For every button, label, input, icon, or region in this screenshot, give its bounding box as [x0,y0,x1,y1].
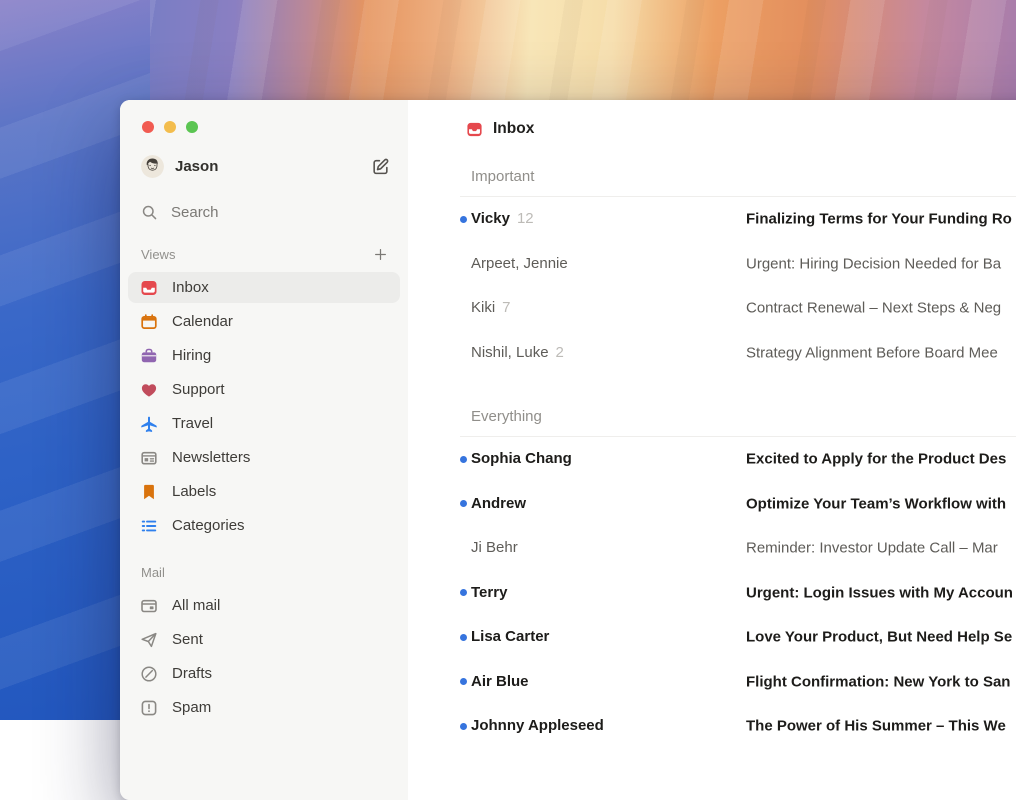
sidebar-section: Mail All mail Sent Drafts Spam [120,565,408,723]
sidebar-section-label: Views [141,247,373,262]
avatar [141,155,164,178]
email-thread-count: 12 [517,210,534,227]
email-row-ji-behr[interactable]: Ji Behr Reminder: Investor Update Call –… [408,526,1016,571]
email-sender: Nishil, Luke [471,344,549,361]
email-sender: Terry [471,584,507,601]
search-field[interactable]: Search [141,204,390,221]
search-icon [141,204,158,221]
sidebar-section-header-views: Views [141,247,388,262]
close-window-button[interactable] [142,121,154,133]
sidebar-section-label: Mail [141,565,388,580]
mail-list-pane: Inbox Important Vicky 12 Finalizing Terms… [408,100,1016,800]
email-row-kiki[interactable]: Kiki 7 Contract Renewal – Next Steps & Ne… [408,286,1016,331]
email-row-arpeet-jennie[interactable]: Arpeet, Jennie Urgent: Hiring Decision N… [408,242,1016,287]
unread-dot [460,634,467,641]
briefcase-icon [140,347,158,365]
mail-tray-icon [140,597,158,615]
unread-dot [460,723,467,730]
email-row-lisa-carter[interactable]: Lisa Carter Love Your Product, But Need … [408,615,1016,660]
sidebar-item-support[interactable]: Support [128,374,400,405]
sidebar-item-newsletters[interactable]: Newsletters [128,442,400,473]
email-row-nishil-luke[interactable]: Nishil, Luke 2 Strategy Alignment Before … [408,331,1016,376]
pencil-circle-icon [140,665,158,683]
email-subject: Love Your Product, But Need Help Se [746,629,1012,646]
sidebar: Jason Search Views [120,100,408,800]
sidebar-item-sent[interactable]: Sent [128,624,400,655]
account-row[interactable]: Jason [141,155,390,178]
email-sender: Ji Behr [471,539,518,556]
unread-dot [460,456,467,463]
email-row-andrew[interactable]: Andrew Optimize Your Team’s Workflow wit… [408,482,1016,527]
email-subject: Excited to Apply for the Product Des [746,451,1006,468]
email-thread-count: 7 [502,299,510,316]
minimize-window-button[interactable] [164,121,176,133]
view-title: Inbox [493,120,534,138]
spam-icon [140,699,158,717]
email-row-air-blue[interactable]: Air Blue Flight Confirmation: New York t… [408,660,1016,705]
sidebar-item-drafts[interactable]: Drafts [128,658,400,689]
email-subject: Contract Renewal – Next Steps & Neg [746,300,1001,317]
sidebar-item-inbox[interactable]: Inbox [128,272,400,303]
sidebar-item-labels[interactable]: Labels [128,476,400,507]
email-sender: Kiki [471,299,495,316]
sidebar-item-calendar[interactable]: Calendar [128,306,400,337]
email-sender: Vicky [471,210,510,227]
email-row-johnny-appleseed[interactable]: Johnny Appleseed The Power of His Summer… [408,704,1016,749]
email-subject: The Power of His Summer – This We [746,718,1006,735]
airplane-icon [140,415,158,433]
sidebar-item-travel[interactable]: Travel [128,408,400,439]
unread-dot [460,678,467,685]
email-subject: Urgent: Hiring Decision Needed for Ba [746,255,1001,272]
list-icon [140,517,158,535]
sidebar-item-spam[interactable]: Spam [128,692,400,723]
email-row-sophia-chang[interactable]: Sophia Chang Excited to Apply for the Pr… [408,437,1016,482]
add-view-button[interactable] [373,247,388,262]
view-header: Inbox [466,118,1016,140]
unread-dot [460,589,467,596]
bookmark-icon [140,483,158,501]
email-section-label: Important [471,168,1016,189]
calendar-icon [140,313,158,331]
email-sender: Andrew [471,495,526,512]
search-placeholder: Search [171,204,219,221]
email-row-terry[interactable]: Terry Urgent: Login Issues with My Accou… [408,571,1016,616]
email-subject: Urgent: Login Issues with My Accoun [746,584,1013,601]
sidebar-section-header-mail: Mail [141,565,388,580]
mail-app-window: Jason Search Views [120,100,1016,800]
email-thread-count: 2 [556,344,564,361]
traffic-lights [120,100,408,133]
unread-dot [460,500,467,507]
email-subject: Flight Confirmation: New York to San [746,673,1010,690]
sidebar-item-hiring[interactable]: Hiring [128,340,400,371]
sidebar-item-categories[interactable]: Categories [128,510,400,541]
email-subject: Finalizing Terms for Your Funding Ro [746,211,1012,228]
email-sender: Air Blue [471,673,529,690]
unread-dot [460,216,467,223]
email-row-vicky[interactable]: Vicky 12 Finalizing Terms for Your Fundin… [408,197,1016,242]
email-sender: Sophia Chang [471,450,572,467]
inbox-icon [466,121,483,138]
inbox-tray-icon [140,279,158,297]
email-section-important: Important Vicky 12 Finalizing Terms for Y… [408,168,1016,375]
account-name: Jason [175,158,371,175]
compose-icon[interactable] [371,157,390,176]
email-subject: Strategy Alignment Before Board Mee [746,344,998,361]
zoom-window-button[interactable] [186,121,198,133]
email-section-label: Everything [471,408,1016,429]
email-sender: Lisa Carter [471,628,549,645]
sidebar-section: Views Inbox Calendar Hiring Support Trav… [120,247,408,541]
heart-icon [140,381,158,399]
email-section-everything: Everything Sophia Chang Excited to Apply… [408,408,1016,749]
sidebar-item-all-mail[interactable]: All mail [128,590,400,621]
email-subject: Optimize Your Team’s Workflow with [746,495,1006,512]
newspaper-icon [140,449,158,467]
email-sender: Arpeet, Jennie [471,255,568,272]
email-subject: Reminder: Investor Update Call – Mar [746,540,998,557]
paper-plane-icon [140,631,158,649]
